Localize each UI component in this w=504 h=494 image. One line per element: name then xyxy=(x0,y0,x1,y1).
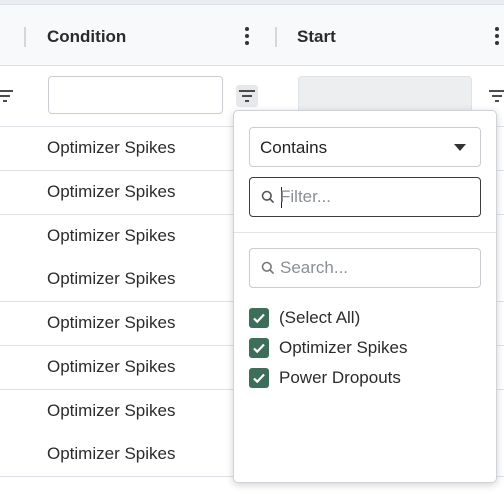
start-floating-filter-input xyxy=(298,76,472,114)
condition-floating-filter-input[interactable] xyxy=(48,76,223,114)
checkbox-label: Power Dropouts xyxy=(279,368,401,387)
column-separator[interactable] xyxy=(24,27,26,47)
checkbox-checked-icon[interactable] xyxy=(249,308,269,328)
checkbox-label: Optimizer Spikes xyxy=(279,338,408,357)
condition-cell[interactable]: Optimizer Spikes xyxy=(47,357,175,377)
condition-cell[interactable]: Optimizer Spikes xyxy=(47,138,175,158)
condition-cell[interactable]: Optimizer Spikes xyxy=(47,182,175,202)
filter-input[interactable] xyxy=(280,184,470,210)
condition-filter-icon[interactable] xyxy=(236,85,258,107)
search-icon xyxy=(261,261,275,275)
divider xyxy=(234,232,496,233)
column-header-condition[interactable]: Condition xyxy=(47,27,126,47)
filter-operator-select[interactable]: Contains xyxy=(249,127,481,167)
column-menu-start-icon[interactable] xyxy=(494,25,500,49)
condition-cell[interactable]: Optimizer Spikes xyxy=(47,313,175,333)
checkbox-label: (Select All) xyxy=(279,308,361,327)
value-search-input[interactable] xyxy=(280,255,470,281)
condition-cell[interactable]: Optimizer Spikes xyxy=(47,226,175,246)
grid-header: Condition Start xyxy=(0,5,504,66)
condition-cell[interactable]: Optimizer Spikes xyxy=(47,401,175,421)
caret-down-icon xyxy=(454,144,466,151)
filter-icon[interactable] xyxy=(0,85,16,107)
condition-cell[interactable]: Optimizer Spikes xyxy=(47,269,175,289)
condition-cell[interactable]: Optimizer Spikes xyxy=(47,444,175,464)
filter-operator-value: Contains xyxy=(260,138,328,157)
start-filter-icon[interactable] xyxy=(486,85,504,107)
value-search-field[interactable] xyxy=(249,248,481,288)
filter-text-field[interactable] xyxy=(249,177,481,217)
column-filter-popup: Contains (Select All) Optimizer Spikes P… xyxy=(233,110,497,483)
checkbox-checked-icon[interactable] xyxy=(249,338,269,358)
checkbox-checked-icon[interactable] xyxy=(249,368,269,388)
column-menu-condition-icon[interactable] xyxy=(244,25,250,49)
search-icon xyxy=(261,190,275,204)
column-header-start[interactable]: Start xyxy=(297,27,336,47)
column-separator[interactable] xyxy=(275,27,277,47)
